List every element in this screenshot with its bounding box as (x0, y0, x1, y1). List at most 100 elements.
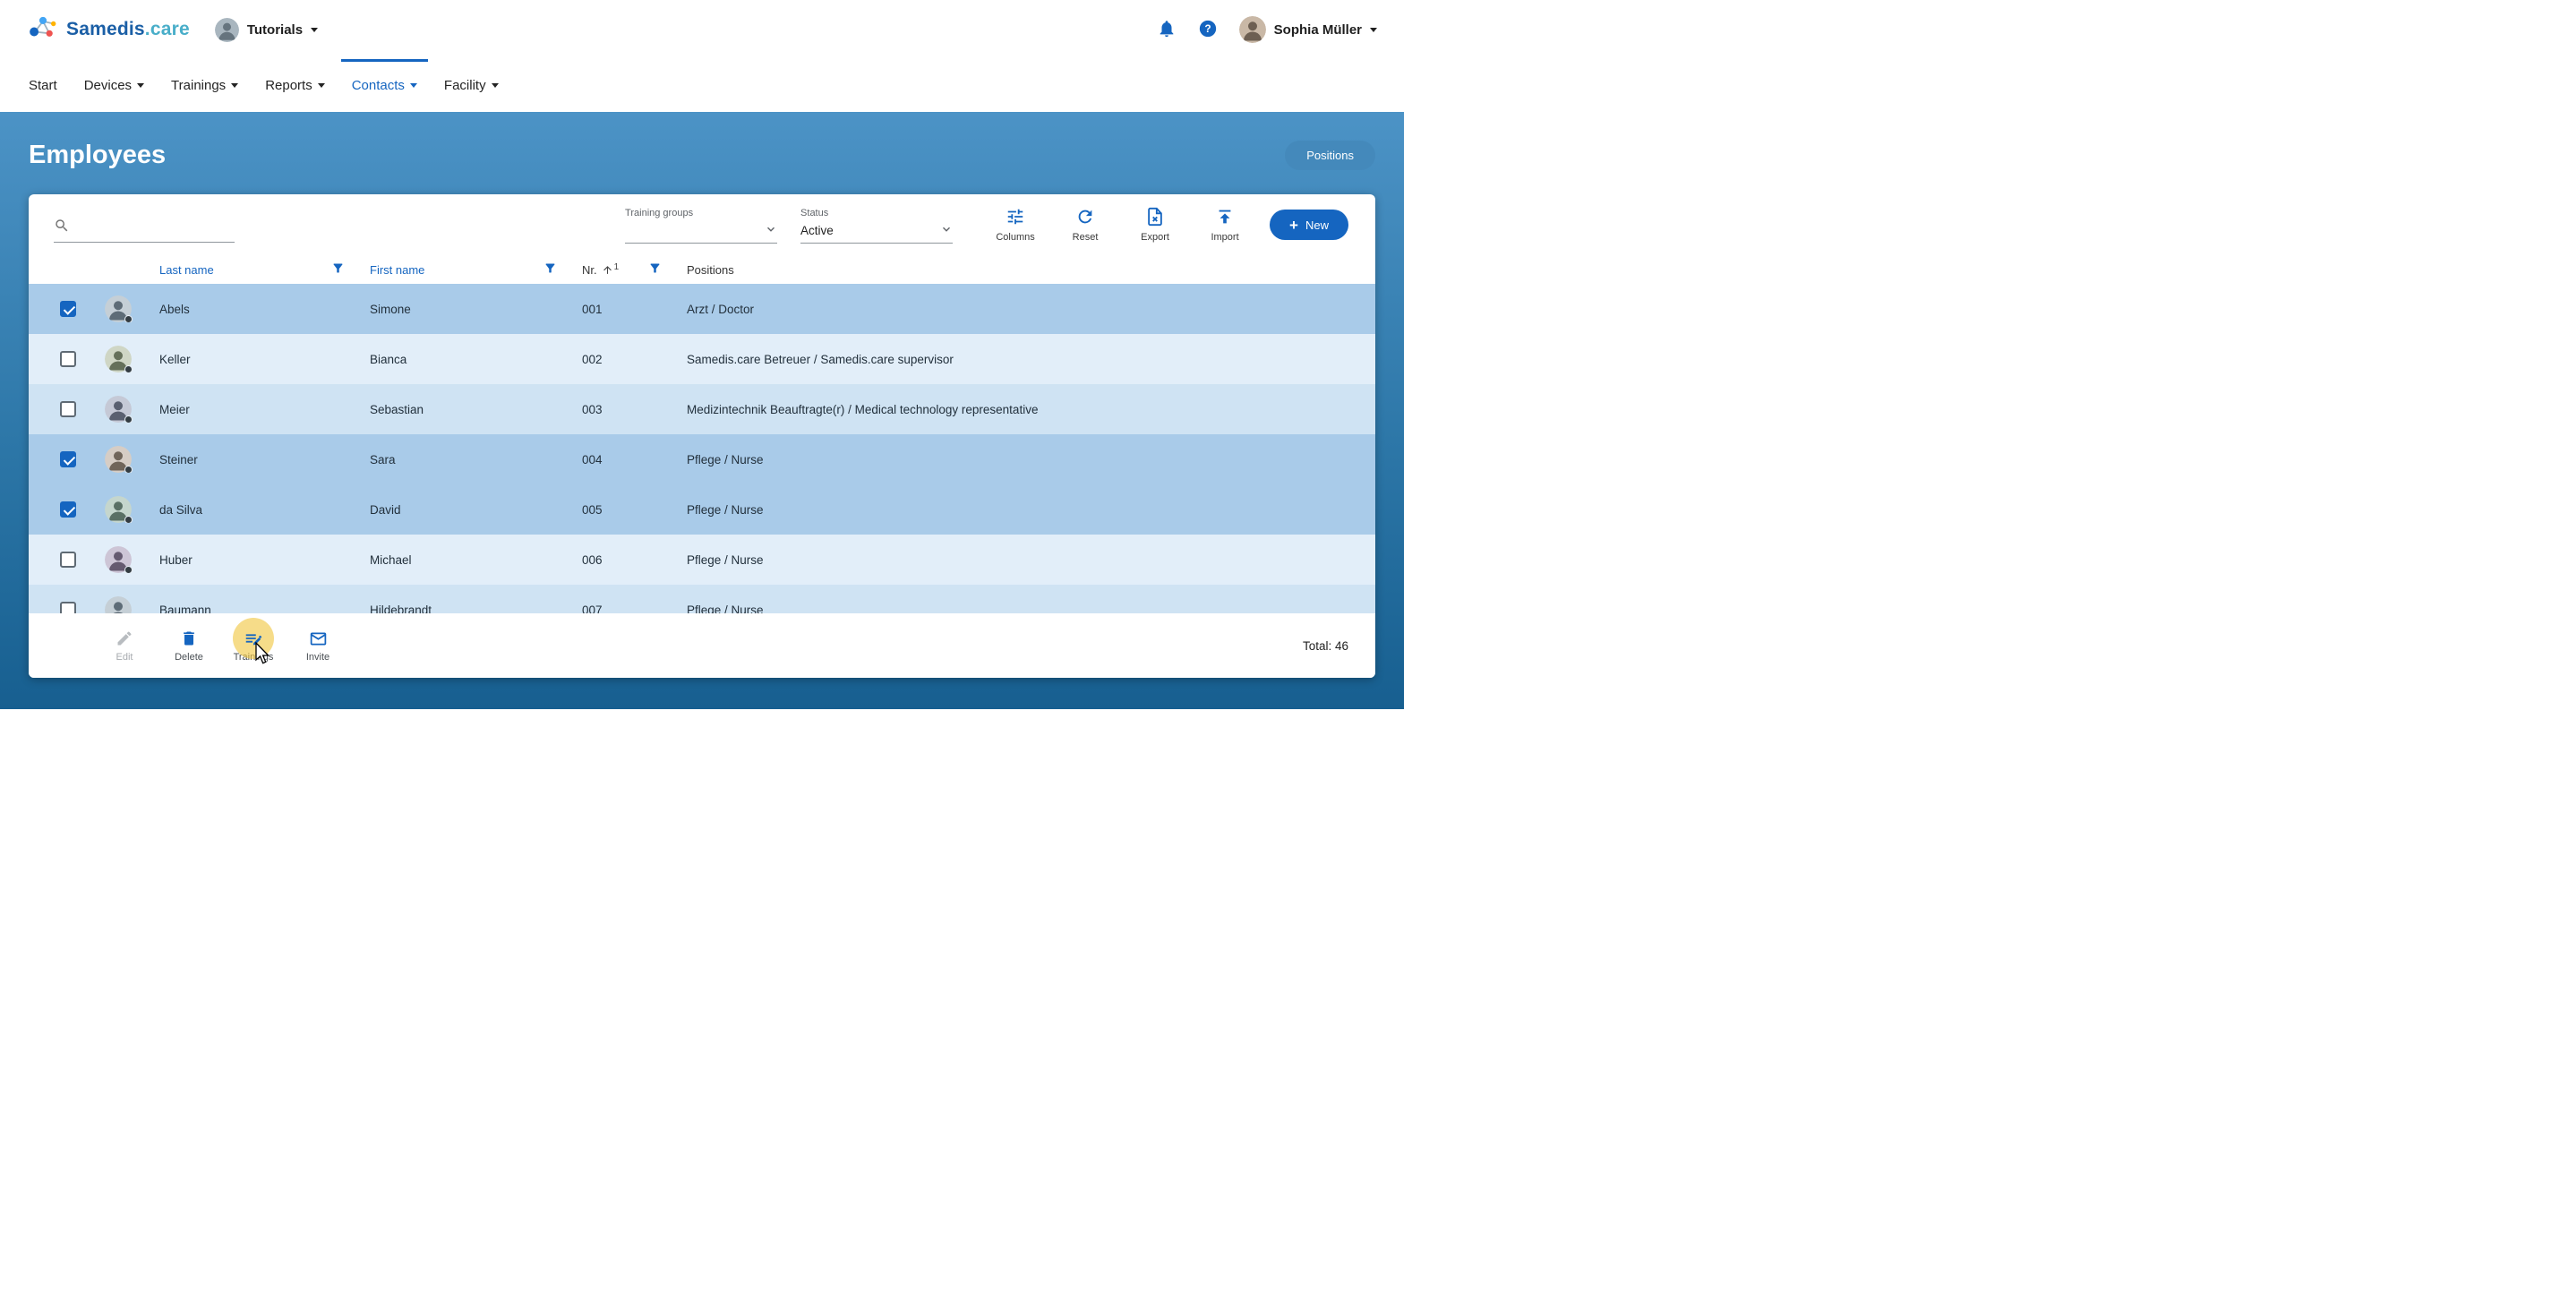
notifications-button[interactable] (1157, 19, 1177, 41)
first-name-cell: Bianca (370, 352, 407, 366)
nav-item-trainings[interactable]: Trainings (171, 59, 239, 112)
search-box[interactable] (54, 214, 239, 243)
user-menu[interactable]: Sophia Müller (1238, 16, 1377, 43)
filter-icon[interactable] (543, 261, 557, 278)
plus-icon: + (1289, 216, 1298, 234)
main-nav: Start Devices Trainings Reports Contacts… (0, 59, 1404, 112)
chevron-down-icon (311, 27, 319, 32)
nr-cell: 006 (582, 552, 603, 567)
positions-cell: Pflege / Nurse (687, 502, 764, 517)
header-nr[interactable]: Nr. 1 (569, 261, 674, 278)
header-last-name[interactable]: Last name (147, 261, 357, 278)
last-name-cell: Baumann (159, 603, 211, 614)
row-checkbox[interactable] (60, 451, 76, 467)
help-button[interactable]: ? (1198, 19, 1218, 41)
table-row[interactable]: Baumann Hildebrandt 007 Pflege / Nurse (29, 585, 1375, 613)
columns-button[interactable]: Columns (983, 207, 1048, 243)
brand-logo[interactable]: Samedis.care (27, 13, 190, 47)
export-button[interactable]: Export (1123, 207, 1187, 243)
row-checkbox[interactable] (60, 401, 76, 417)
table-row[interactable]: Keller Bianca 002 Samedis.care Betreuer … (29, 334, 1375, 384)
row-checkbox[interactable] (60, 552, 76, 568)
nav-item-start[interactable]: Start (29, 59, 57, 112)
last-name-cell: Steiner (159, 452, 198, 466)
avatar (105, 546, 133, 573)
filter-icon[interactable] (648, 261, 662, 278)
edit-note-icon (244, 629, 263, 648)
table-row[interactable]: Abels Simone 001 Arzt / Doctor (29, 284, 1375, 334)
chevron-down-icon (765, 223, 777, 238)
table-row[interactable]: da Silva David 005 Pflege / Nurse (29, 484, 1375, 535)
molecule-logo-icon (27, 13, 59, 47)
new-button[interactable]: + New (1270, 210, 1348, 240)
row-checkbox[interactable] (60, 301, 76, 317)
trainings-button[interactable]: Trainings (227, 618, 279, 663)
nr-cell: 001 (582, 302, 603, 316)
chevron-down-icon (409, 83, 417, 88)
last-name-cell: Huber (159, 552, 193, 567)
chevron-down-icon (137, 83, 145, 88)
import-upload-icon (1215, 207, 1235, 229)
trash-icon (180, 629, 198, 648)
import-button[interactable]: Import (1193, 207, 1257, 243)
svg-text:?: ? (1204, 22, 1211, 35)
main-content: Employees Positions Training groups Stat… (0, 112, 1404, 709)
export-excel-icon (1145, 207, 1165, 229)
filter-icon[interactable] (331, 261, 345, 278)
header-first-name[interactable]: First name (357, 261, 569, 278)
status-dot (124, 466, 133, 473)
chevron-down-icon (940, 223, 953, 238)
positions-cell: Pflege / Nurse (687, 552, 764, 567)
row-checkbox[interactable] (60, 602, 76, 613)
nav-item-contacts[interactable]: Contacts (340, 59, 429, 112)
positions-cell: Pflege / Nurse (687, 603, 764, 614)
sort-ascending-icon (602, 264, 613, 276)
first-name-cell: Sebastian (370, 402, 424, 416)
avatar (105, 396, 133, 423)
table-row[interactable]: Steiner Sara 004 Pflege / Nurse (29, 434, 1375, 484)
sort-priority-badge: 1 (613, 261, 620, 272)
nav-item-devices[interactable]: Devices (84, 59, 145, 112)
edit-button[interactable]: Edit (98, 629, 150, 663)
last-name-cell: Abels (159, 302, 190, 316)
table-row[interactable]: Huber Michael 006 Pflege / Nurse (29, 535, 1375, 585)
table-row[interactable]: Meier Sebastian 003 Medizintechnik Beauf… (29, 384, 1375, 434)
status-select[interactable]: Active (800, 223, 954, 244)
training-groups-select[interactable] (625, 223, 778, 244)
positions-cell: Arzt / Doctor (687, 302, 755, 316)
header-positions: Positions (687, 262, 734, 277)
columns-icon (1006, 207, 1025, 229)
last-name-cell: Keller (159, 352, 191, 366)
page-title: Employees (29, 140, 167, 169)
workspace-menu[interactable]: Tutorials (214, 17, 319, 42)
status-dot (124, 365, 133, 372)
nr-cell: 004 (582, 452, 603, 466)
row-checkbox[interactable] (60, 501, 76, 518)
last-name-cell: Meier (159, 402, 190, 416)
delete-button[interactable]: Delete (163, 629, 215, 663)
reset-button[interactable]: Reset (1053, 207, 1117, 243)
app-window: Samedis.care Tutorials ? Sophia Müller S… (0, 0, 1404, 709)
avatar (105, 446, 133, 473)
first-name-cell: Michael (370, 552, 412, 567)
first-name-cell: Sara (370, 452, 396, 466)
row-checkbox[interactable] (60, 351, 76, 367)
total-count: Total: 46 (1302, 638, 1348, 653)
search-icon (54, 218, 70, 238)
nav-item-facility[interactable]: Facility (444, 59, 499, 112)
employees-card: Training groups Status Active Columns Re… (29, 194, 1375, 678)
status-field: Status Active (800, 206, 954, 244)
positions-button[interactable]: Positions (1285, 140, 1375, 170)
search-input[interactable] (77, 220, 239, 235)
chevron-down-icon (1370, 27, 1377, 32)
chevron-down-icon (317, 83, 325, 88)
table-header: Last name First name Nr. 1 Positions (29, 255, 1375, 284)
nav-item-reports[interactable]: Reports (265, 59, 325, 112)
invite-button[interactable]: Invite (292, 629, 344, 663)
status-value: Active (800, 224, 834, 237)
positions-cell: Medizintechnik Beauftragte(r) / Medical … (687, 402, 1039, 416)
status-dot (124, 415, 133, 423)
chevron-down-icon (491, 83, 499, 88)
status-label: Status (800, 208, 829, 218)
table-toolbar: Training groups Status Active Columns Re… (29, 194, 1375, 255)
